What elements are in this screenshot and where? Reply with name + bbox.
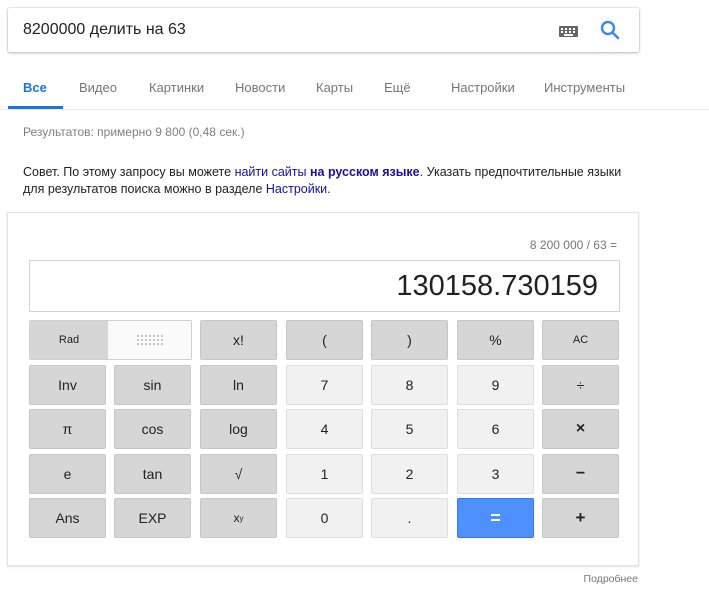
tip-text: Совет. По этому запросу вы можете [23, 165, 235, 179]
search-icon[interactable] [600, 20, 620, 40]
sqrt-key[interactable]: √ [200, 454, 277, 494]
tab-more[interactable]: Ещё [384, 80, 411, 95]
digit-8-key[interactable]: 8 [371, 365, 448, 405]
digit-5-key[interactable]: 5 [371, 409, 448, 449]
digit-0-key[interactable]: 0 [286, 498, 363, 538]
tab-settings[interactable]: Настройки [451, 80, 515, 95]
rad-button[interactable]: Rad [30, 321, 108, 359]
tab-all[interactable]: Все [23, 80, 47, 95]
ans-key[interactable]: Ans [29, 498, 106, 538]
power-key[interactable]: xy [200, 498, 277, 538]
tab-video[interactable]: Видео [79, 80, 117, 95]
decimal-point-key[interactable]: . [371, 498, 448, 538]
russian-language-link[interactable]: на русском языке [310, 165, 420, 179]
digit-4-key[interactable]: 4 [286, 409, 363, 449]
euler-e-key[interactable]: e [29, 454, 106, 494]
language-tip: Совет. По этому запросу вы можете найти … [23, 164, 623, 198]
pi-key[interactable]: π [29, 409, 106, 449]
tip-text-end: . [327, 182, 331, 196]
more-info-link[interactable]: Подробнее [584, 573, 638, 585]
result-stats: Результатов: примерно 9 800 (0,48 сек.) [23, 125, 245, 139]
calc-display: 130158.730159 [29, 260, 620, 312]
deg-button[interactable] [108, 321, 191, 359]
tab-news[interactable]: Новости [235, 80, 285, 95]
sin-key[interactable]: sin [114, 365, 191, 405]
tan-key[interactable]: tan [114, 454, 191, 494]
tab-tools[interactable]: Инструменты [544, 80, 625, 95]
calculator-card: 8 200 000 / 63 = 130158.730159 Rad x! ( … [7, 212, 639, 566]
search-input[interactable]: 8200000 делить на 63 [23, 21, 186, 39]
find-sites-link[interactable]: найти сайты [235, 165, 307, 179]
inv-key[interactable]: Inv [29, 365, 106, 405]
open-paren-key[interactable]: ( [286, 320, 363, 360]
percent-key[interactable]: % [457, 320, 534, 360]
exp-key[interactable]: EXP [114, 498, 191, 538]
power-exponent: y [239, 513, 244, 523]
plus-key[interactable]: + [542, 498, 619, 538]
dotted-pattern-icon [136, 334, 164, 346]
digit-7-key[interactable]: 7 [286, 365, 363, 405]
rad-deg-toggle[interactable]: Rad [29, 320, 192, 360]
search-box[interactable]: 8200000 делить на 63 [8, 8, 639, 52]
all-clear-key[interactable]: AC [542, 320, 619, 360]
search-tabs: Все Видео Картинки Новости Карты Ещё Нас… [0, 62, 709, 110]
ln-key[interactable]: ln [200, 365, 277, 405]
calc-result: 130158.730159 [396, 270, 598, 302]
log-key[interactable]: log [200, 409, 277, 449]
digit-6-key[interactable]: 6 [457, 409, 534, 449]
digit-9-key[interactable]: 9 [457, 365, 534, 405]
keyboard-icon[interactable] [559, 26, 578, 37]
calc-expression: 8 200 000 / 63 = [529, 238, 617, 252]
multiply-key[interactable]: × [542, 409, 619, 449]
minus-key[interactable]: − [542, 454, 619, 494]
active-tab-indicator [8, 106, 63, 109]
factorial-key[interactable]: x! [200, 320, 277, 360]
cos-key[interactable]: cos [114, 409, 191, 449]
divide-key[interactable]: ÷ [542, 365, 619, 405]
digit-1-key[interactable]: 1 [286, 454, 363, 494]
tab-maps[interactable]: Карты [316, 80, 353, 95]
tab-images[interactable]: Картинки [149, 80, 204, 95]
digit-2-key[interactable]: 2 [371, 454, 448, 494]
settings-link[interactable]: Настройки [266, 182, 327, 196]
digit-3-key[interactable]: 3 [457, 454, 534, 494]
equals-key[interactable]: = [457, 498, 534, 538]
close-paren-key[interactable]: ) [371, 320, 448, 360]
